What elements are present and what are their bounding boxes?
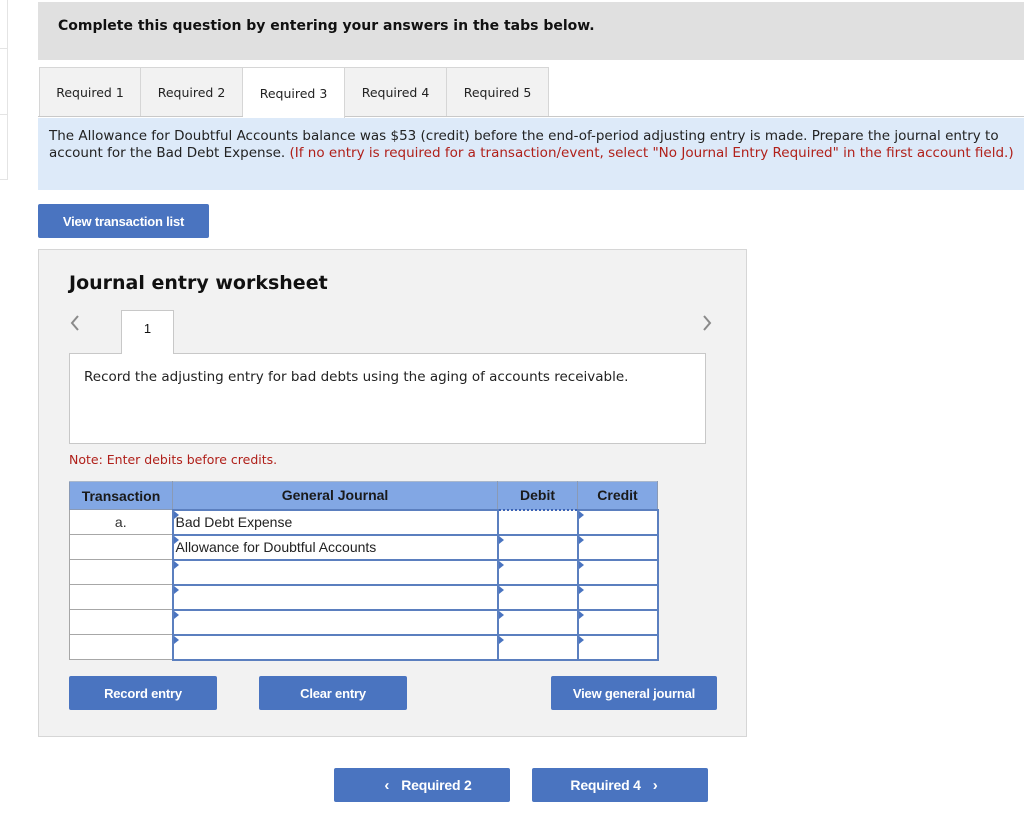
account-field[interactable]: [171, 583, 499, 611]
table-row: [69, 558, 659, 586]
account-field[interactable]: Bad Debt Expense: [171, 508, 499, 536]
input-marker-icon: [498, 560, 504, 569]
input-marker-icon: [498, 535, 504, 544]
column-header-transaction: Transaction: [69, 481, 173, 510]
transaction-cell: a.: [69, 509, 173, 535]
debit-field[interactable]: [496, 558, 579, 586]
instructions-note: (If no entry is required for a transacti…: [289, 145, 1014, 161]
chevron-left-icon: ‹: [384, 776, 390, 794]
table-header-row: Transaction General Journal Debit Credit: [69, 481, 658, 510]
column-header-debit: Debit: [497, 481, 578, 510]
debit-field[interactable]: [496, 633, 579, 661]
transaction-cell: [69, 559, 173, 585]
question-banner: Complete this question by entering your …: [38, 2, 1024, 60]
input-marker-icon: [578, 635, 584, 644]
table-row: [69, 583, 659, 611]
tab-required-4[interactable]: Required 4: [345, 67, 447, 117]
divider: [0, 114, 8, 115]
input-marker-icon: [578, 535, 584, 544]
dropdown-marker-icon: [173, 610, 179, 619]
journal-table: Transaction General Journal Debit Credit…: [69, 481, 659, 661]
chevron-right-icon[interactable]: [701, 314, 713, 332]
transaction-cell: [69, 584, 173, 610]
input-marker-icon: [498, 610, 504, 619]
input-marker-icon: [578, 585, 584, 594]
debit-field[interactable]: [496, 583, 579, 611]
record-entry-button[interactable]: Record entry: [69, 676, 217, 710]
tabs-divider: [38, 116, 1024, 117]
debit-field[interactable]: [496, 533, 579, 561]
input-marker-icon: [578, 510, 584, 519]
clear-entry-button[interactable]: Clear entry: [259, 676, 407, 710]
divider: [0, 48, 8, 49]
table-row: [69, 633, 659, 661]
input-marker-icon: [578, 560, 584, 569]
required-tabs: Required 1 Required 2 Required 3 Require…: [39, 67, 549, 118]
column-header-general-journal: General Journal: [172, 481, 498, 510]
instructions-box: The Allowance for Doubtful Accounts bala…: [38, 118, 1024, 190]
entry-description: Record the adjusting entry for bad debts…: [69, 353, 706, 444]
transaction-cell: [69, 609, 173, 635]
table-row: [69, 608, 659, 636]
transaction-cell: [69, 534, 173, 560]
previous-required-label: Required 2: [401, 777, 472, 793]
account-value: Bad Debt Expense: [175, 513, 293, 530]
account-field[interactable]: [171, 633, 499, 661]
account-field[interactable]: [171, 558, 499, 586]
tab-required-1[interactable]: Required 1: [39, 67, 141, 117]
table-row: Allowance for Doubtful Accounts: [69, 533, 659, 561]
credit-field[interactable]: [576, 558, 659, 586]
view-general-journal-button[interactable]: View general journal: [551, 676, 717, 710]
dropdown-marker-icon: [173, 585, 179, 594]
input-marker-icon: [498, 585, 504, 594]
journal-entry-worksheet: Journal entry worksheet 1 Record the adj…: [38, 249, 747, 737]
input-marker-icon: [578, 610, 584, 619]
worksheet-title: Journal entry worksheet: [69, 272, 328, 294]
transaction-cell: [69, 634, 173, 660]
debit-field[interactable]: [496, 508, 579, 536]
account-field[interactable]: [171, 608, 499, 636]
next-required-button[interactable]: Required 4 ›: [532, 768, 708, 802]
chevron-left-icon[interactable]: [69, 314, 81, 332]
account-value: Allowance for Doubtful Accounts: [175, 538, 377, 555]
worksheet-page-tab-1[interactable]: 1: [121, 310, 174, 354]
dropdown-marker-icon: [173, 560, 179, 569]
page-number: 1: [143, 321, 152, 336]
debits-note: Note: Enter debits before credits.: [69, 452, 278, 467]
debit-field[interactable]: [496, 608, 579, 636]
next-required-label: Required 4: [570, 777, 641, 793]
tab-required-2[interactable]: Required 2: [141, 67, 243, 117]
view-transaction-list-button[interactable]: View transaction list: [38, 204, 209, 238]
credit-field[interactable]: [576, 533, 659, 561]
credit-field[interactable]: [576, 633, 659, 661]
credit-field[interactable]: [576, 508, 659, 536]
input-marker-icon: [498, 635, 504, 644]
tab-required-5[interactable]: Required 5: [447, 67, 549, 117]
column-header-credit: Credit: [577, 481, 658, 510]
previous-required-button[interactable]: ‹ Required 2: [334, 768, 510, 802]
account-field[interactable]: Allowance for Doubtful Accounts: [171, 533, 499, 561]
dropdown-marker-icon: [173, 635, 179, 644]
chevron-right-icon: ›: [652, 776, 658, 794]
tab-required-3[interactable]: Required 3: [243, 67, 345, 118]
credit-field[interactable]: [576, 583, 659, 611]
table-row: a. Bad Debt Expense: [69, 508, 659, 536]
credit-field[interactable]: [576, 608, 659, 636]
left-panel-edge: [0, 0, 8, 180]
